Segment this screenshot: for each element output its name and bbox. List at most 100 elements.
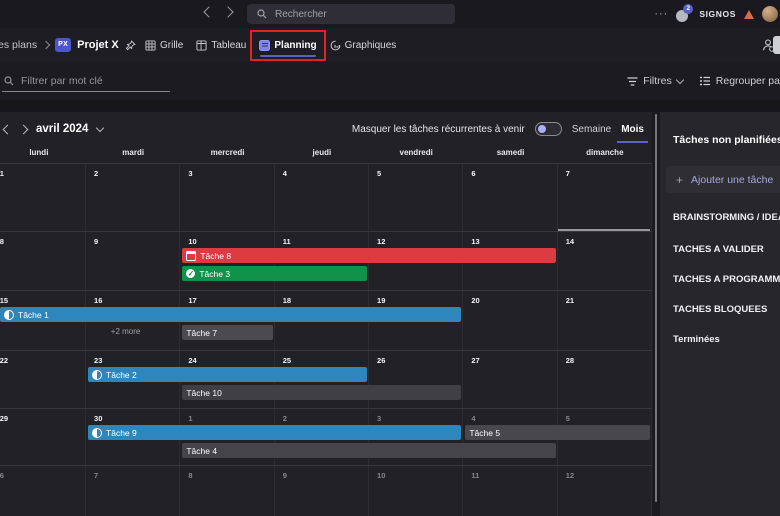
task-label: Tâche 10 [186, 388, 221, 398]
bucket-header[interactable]: TACHES A PROGRAMMER [673, 274, 780, 285]
filters-button[interactable]: Filtres [627, 75, 683, 87]
day-cell[interactable]: 11 [463, 466, 557, 516]
day-number: 29 [0, 414, 8, 423]
keyword-filter-input[interactable] [19, 74, 163, 88]
more-tasks-link[interactable]: +2 more [92, 327, 140, 336]
chevron-right-icon [42, 41, 50, 49]
day-cell[interactable]: 20 [463, 291, 557, 350]
org-name: SIGNOS [699, 9, 736, 19]
app-tab-bar: es plans PX Projet X GrilleTableauPlanni… [0, 28, 780, 62]
day-number: 10 [377, 471, 385, 480]
day-cell[interactable]: 6 [463, 164, 557, 231]
day-number: 27 [471, 356, 479, 365]
bucket-header[interactable]: BRAINSTORMING / IDEATI [673, 212, 780, 223]
day-number: 11 [471, 471, 479, 480]
view-month-button[interactable]: Mois [621, 124, 644, 135]
day-cell[interactable]: 4 [275, 164, 369, 231]
nav-forward-icon[interactable] [222, 6, 233, 17]
day-cell[interactable]: 9 [86, 232, 180, 290]
day-cell[interactable]: 29 [0, 409, 86, 465]
plan-toolbar: Filtres Regrouper pa [0, 62, 780, 100]
bucket-header[interactable]: TACHES BLOQUEES [673, 304, 767, 315]
sidebar-title: Tâches non planifiées [673, 134, 780, 146]
pin-icon[interactable] [125, 40, 136, 51]
day-cell[interactable]: 14 [558, 232, 652, 290]
bucket-header[interactable]: Terminées [673, 334, 720, 345]
hide-recurring-toggle[interactable] [535, 122, 562, 136]
day-cell[interactable]: 12 [558, 466, 652, 516]
day-number: 30 [94, 414, 102, 423]
more-options-button[interactable]: ··· [654, 0, 668, 28]
task-bar[interactable]: Tâche 8 [182, 248, 555, 263]
tab-tableau[interactable]: Tableau [196, 40, 246, 51]
month-label[interactable]: avril 2024 [36, 123, 88, 135]
day-number: 2 [94, 169, 98, 178]
grid-icon [145, 40, 156, 51]
weekday-header: dimanche [558, 148, 652, 157]
previous-month-button[interactable] [3, 124, 13, 134]
task-bar[interactable]: Tâche 5 [465, 425, 650, 440]
task-label: Tâche 5 [469, 428, 500, 438]
bucket-header[interactable]: TACHES A VALIDER [673, 244, 764, 255]
global-search[interactable] [247, 4, 455, 24]
notifications-icon[interactable]: 2 [676, 7, 691, 22]
task-bar[interactable]: Tâche 2 [88, 367, 367, 382]
day-cell[interactable]: 8 [180, 466, 274, 516]
tab-label: Planning [274, 40, 316, 51]
day-number: 26 [377, 356, 385, 365]
view-week-button[interactable]: Semaine [572, 124, 611, 135]
day-cell[interactable]: 21 [558, 291, 652, 350]
day-cell[interactable]: 2 [86, 164, 180, 231]
day-cell[interactable]: 10 [369, 466, 463, 516]
hide-recurring-label: Masquer les tâches récurrentes à venir [352, 124, 525, 135]
user-avatar[interactable] [762, 6, 778, 22]
day-cell[interactable]: 8 [0, 232, 86, 290]
day-cell[interactable]: 3 [180, 164, 274, 231]
task-bar[interactable]: Tâche 10 [182, 385, 461, 400]
task-label: Tâche 1 [18, 310, 49, 320]
day-number: 6 [471, 169, 475, 178]
calendar-toolbar: avril 2024 Masquer les tâches récurrente… [0, 112, 652, 146]
in-progress-icon [92, 370, 102, 380]
add-task-button[interactable]: + Ajouter une tâche [666, 166, 780, 193]
task-bar[interactable]: Tâche 7 [182, 325, 272, 340]
group-by-button[interactable]: Regrouper pa [699, 75, 780, 87]
day-cell[interactable]: 27 [463, 351, 557, 408]
day-number: 25 [283, 356, 291, 365]
next-month-button[interactable] [19, 124, 29, 134]
task-bar[interactable]: Tâche 4 [182, 443, 555, 458]
keyword-filter[interactable] [2, 71, 170, 92]
tab-graphiques[interactable]: Graphiques [330, 40, 397, 51]
weekday-header-row: lundimardimercredijeudivendredisamedidim… [0, 146, 652, 163]
day-cell[interactable]: 5 [369, 164, 463, 231]
day-cell[interactable]: 22 [0, 351, 86, 408]
vertical-scrollbar[interactable] [655, 114, 657, 502]
day-number: 20 [471, 296, 479, 305]
day-number: 17 [188, 296, 196, 305]
day-cell[interactable]: 28 [558, 351, 652, 408]
tab-grille[interactable]: Grille [145, 40, 183, 51]
day-cell[interactable]: 7 [86, 466, 180, 516]
tab-label: Tableau [211, 40, 246, 51]
filter-search-icon [4, 76, 14, 86]
tab-planning[interactable]: Planning [259, 40, 316, 51]
task-bar[interactable]: ✓Tâche 3 [182, 266, 367, 281]
breadcrumb-plans-link[interactable]: es plans [0, 39, 37, 51]
cut-off-button[interactable] [773, 36, 780, 54]
month-dropdown-icon[interactable] [96, 124, 104, 132]
warning-icon[interactable] [744, 10, 754, 19]
weekday-header: mercredi [180, 148, 274, 157]
task-bar[interactable]: Tâche 1 [0, 307, 461, 322]
in-progress-icon-glyph [92, 428, 102, 438]
day-number: 11 [283, 237, 291, 246]
day-cell[interactable]: 9 [275, 466, 369, 516]
day-cell[interactable]: 6 [0, 466, 86, 516]
day-number: 10 [188, 237, 196, 246]
task-label: Tâche 4 [186, 446, 217, 456]
title-bar: ··· 2 SIGNOS [0, 0, 780, 28]
task-bar[interactable]: Tâche 9 [88, 425, 461, 440]
day-cell[interactable]: 7 [558, 164, 652, 231]
nav-back-icon[interactable] [203, 6, 214, 17]
day-cell[interactable]: 1 [0, 164, 86, 231]
search-input[interactable] [273, 8, 447, 21]
